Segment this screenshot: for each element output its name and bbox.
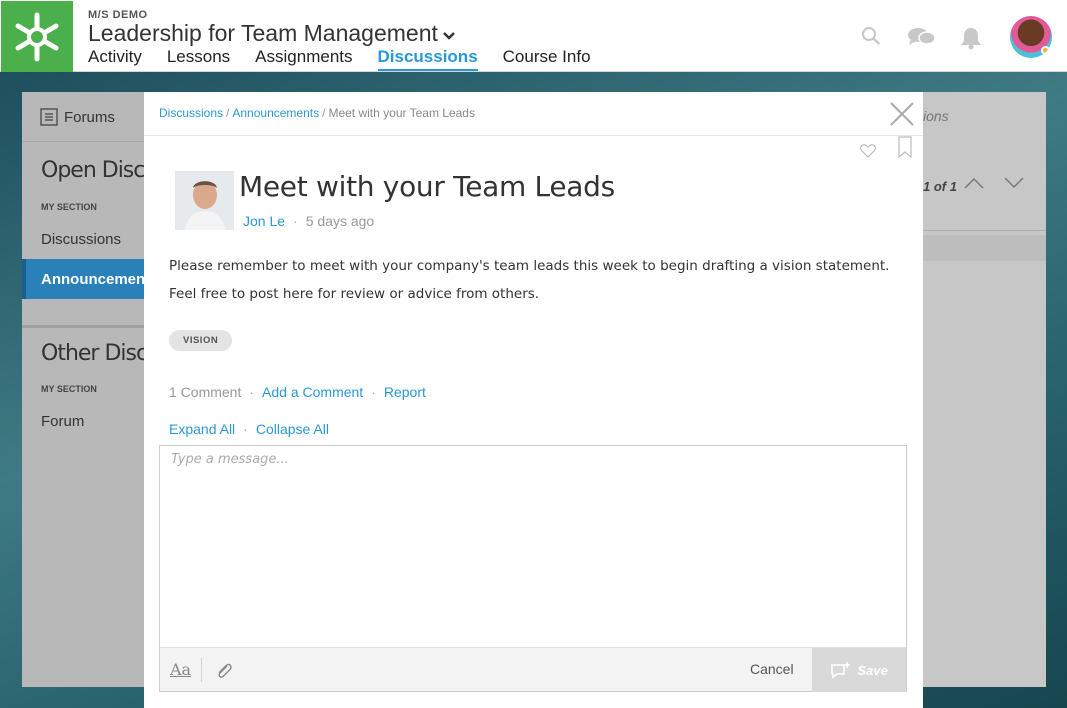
post-time: 5 days ago <box>305 213 375 229</box>
sidebar-divider <box>22 141 144 142</box>
meta-separator: · <box>293 213 298 229</box>
expand-all-link[interactable]: Expand All <box>169 421 235 437</box>
expand-collapse-controls: Expand All · Collapse All <box>169 421 329 437</box>
comment-add-icon <box>831 662 851 679</box>
nav-activity[interactable]: Activity <box>88 47 142 71</box>
star-logo-icon <box>15 12 59 61</box>
other-discussions-heading: Other Discussions <box>41 341 144 366</box>
forums-header[interactable]: Forums <box>40 108 115 126</box>
list-header-band <box>923 235 1046 261</box>
underlying-list-header: ions 1 of 1 <box>923 92 1046 687</box>
cancel-button[interactable]: Cancel <box>750 661 794 677</box>
breadcrumb: Discussions / Announcements / Meet with your… <box>159 106 475 120</box>
sidebar-divider <box>22 325 144 328</box>
underlying-label: ions <box>923 108 949 124</box>
action-separator: · <box>371 384 376 400</box>
format-text-button[interactable]: Aa <box>170 660 191 679</box>
other-my-section-label: MY SECTION <box>41 384 97 394</box>
nav-discussions[interactable]: Discussions <box>377 47 478 71</box>
add-comment-link[interactable]: Add a Comment <box>262 384 363 400</box>
forums-sidebar: Forums Open Discussions MY SECTION Discu… <box>22 92 144 687</box>
sidebar-item-announcements[interactable]: Announcements <box>22 259 144 299</box>
breadcrumb-announcements[interactable]: Announcements <box>232 106 319 120</box>
heart-icon[interactable] <box>860 144 876 163</box>
paperclip-icon[interactable] <box>214 661 234 686</box>
search-icon[interactable] <box>861 26 881 51</box>
bookmark-icon[interactable] <box>898 136 912 163</box>
pagination: 1 of 1 <box>923 179 957 194</box>
user-avatar[interactable] <box>1010 16 1052 58</box>
messages-icon[interactable] <box>907 26 937 53</box>
report-link[interactable]: Report <box>384 384 426 400</box>
open-discussions-heading: Open Discussions <box>41 158 144 183</box>
toolbar-divider <box>201 658 202 682</box>
discussion-modal: Discussions / Announcements / Meet with your… <box>144 92 923 708</box>
message-input[interactable] <box>160 446 906 646</box>
modal-divider <box>144 135 923 136</box>
close-icon[interactable] <box>888 100 916 128</box>
nav-lessons[interactable]: Lessons <box>167 47 230 71</box>
author-link[interactable]: Jon Le <box>243 213 285 229</box>
action-separator: · <box>249 384 255 400</box>
chevron-down-icon[interactable] <box>442 28 456 44</box>
post-body: Please remember to meet with your compan… <box>169 258 890 302</box>
top-header: M/S DEMO Leadership for Team Management … <box>0 0 1067 72</box>
save-label: Save <box>857 662 888 678</box>
open-my-section-label: MY SECTION <box>41 202 97 212</box>
post-title: Meet with your Team Leads <box>239 170 615 203</box>
collapse-all-link[interactable]: Collapse All <box>256 421 329 437</box>
comment-editor: Aa Cancel Save <box>159 445 907 692</box>
tag-badge[interactable]: VISION <box>169 330 233 351</box>
sidebar-item-forum[interactable]: Forum <box>22 401 144 441</box>
course-title[interactable]: Leadership for Team Management <box>88 20 456 47</box>
save-button[interactable]: Save <box>812 648 906 692</box>
breadcrumb-separator: / <box>322 106 326 120</box>
post-meta: Jon Le · 5 days ago <box>243 213 374 229</box>
bell-icon[interactable] <box>960 26 982 55</box>
chevron-down-icon[interactable] <box>1003 176 1025 195</box>
comment-count: 1 Comment <box>169 384 242 400</box>
course-nav: Activity Lessons Assignments Discussions… <box>88 47 616 71</box>
editor-toolbar: Aa Cancel Save <box>160 647 906 692</box>
breadcrumb-separator: / <box>226 106 230 120</box>
breadcrumb-discussions[interactable]: Discussions <box>159 106 223 120</box>
divider <box>923 230 1046 231</box>
breadcrumb-current: Meet with your Team Leads <box>328 106 475 120</box>
chevron-up-icon[interactable] <box>963 176 985 195</box>
status-dot <box>1041 46 1050 55</box>
nav-assignments[interactable]: Assignments <box>255 47 352 71</box>
list-icon <box>40 108 58 126</box>
pagination-current: 1 <box>923 179 931 194</box>
sidebar-item-discussions[interactable]: Discussions <box>22 219 144 259</box>
app-logo[interactable] <box>1 1 73 72</box>
post-actions: 1 Comment · Add a Comment · Report <box>169 384 426 400</box>
author-avatar[interactable] <box>175 171 234 230</box>
course-title-text: Leadership for Team Management <box>88 20 438 46</box>
expand-separator: · <box>243 421 248 437</box>
forums-label: Forums <box>64 108 115 126</box>
nav-course-info[interactable]: Course Info <box>503 47 591 71</box>
pagination-of: of <box>933 179 947 194</box>
pagination-total: 1 <box>949 179 957 194</box>
